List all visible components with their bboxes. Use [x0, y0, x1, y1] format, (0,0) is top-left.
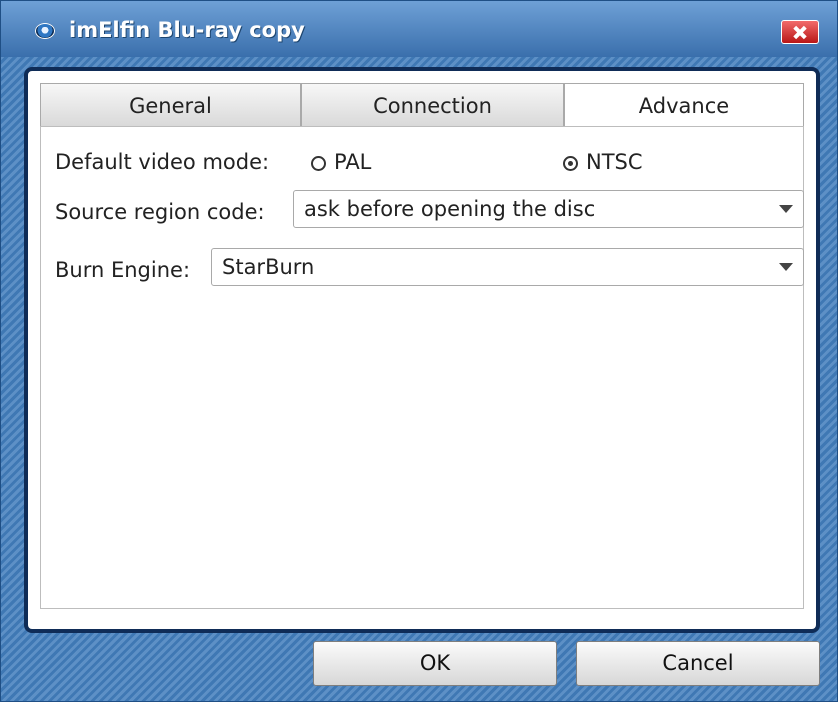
pal-radio[interactable]: PAL [311, 150, 371, 174]
radio-unchecked-icon [311, 156, 326, 171]
region-code-label: Source region code: [55, 200, 265, 224]
window-title: imElfin Blu-ray copy [69, 18, 305, 42]
dialog-window: imElfin Blu-ray copy General Connection … [0, 0, 838, 702]
ntsc-radio[interactable]: NTSC [563, 150, 643, 174]
cancel-button[interactable]: Cancel [576, 641, 820, 686]
advance-panel: Default video mode: PAL NTSC Source regi… [40, 126, 804, 609]
settings-frame: General Connection Advance Default video… [24, 67, 820, 633]
pal-radio-label: PAL [334, 150, 372, 174]
title-bar[interactable]: imElfin Blu-ray copy [1, 1, 837, 57]
burn-engine-select[interactable]: StarBurn [211, 248, 804, 286]
burn-engine-label: Burn Engine: [55, 258, 191, 282]
app-disc-icon [35, 23, 55, 39]
burn-engine-value: StarBurn [222, 255, 315, 279]
chevron-down-icon [779, 205, 793, 213]
tab-bar: General Connection Advance [40, 83, 804, 127]
region-code-value: ask before opening the disc [304, 197, 596, 221]
region-code-select[interactable]: ask before opening the disc [293, 190, 804, 228]
radio-checked-icon [563, 156, 578, 171]
tab-general[interactable]: General [40, 83, 301, 127]
tab-connection[interactable]: Connection [301, 83, 564, 127]
chevron-down-icon [779, 263, 793, 271]
tab-advance[interactable]: Advance [564, 83, 804, 127]
close-button[interactable] [781, 20, 819, 44]
video-mode-label: Default video mode: [55, 150, 270, 174]
ok-button[interactable]: OK [313, 641, 557, 686]
ntsc-radio-label: NTSC [586, 150, 643, 174]
